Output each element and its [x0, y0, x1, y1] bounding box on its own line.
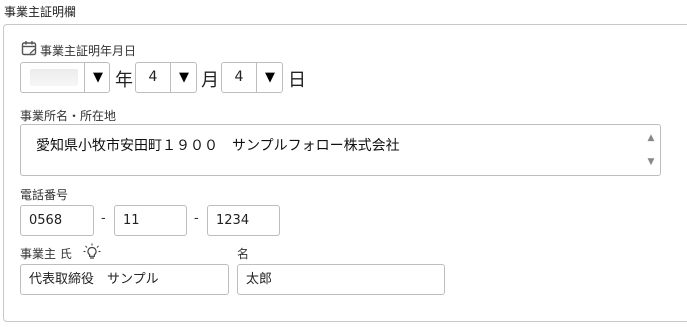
lightbulb-icon[interactable]	[83, 243, 101, 261]
year-unit: 年	[115, 70, 133, 91]
day-value: 4	[234, 69, 244, 85]
employer-last-name-input[interactable]: 代表取締役 サンプル	[20, 264, 229, 295]
month-select[interactable]: 4 ▼	[135, 62, 197, 93]
certification-date-label: 事業主証明年月日	[40, 44, 137, 58]
phone-number-input[interactable]: 1234	[207, 205, 280, 236]
scroll-up-icon[interactable]: ▲	[645, 133, 657, 143]
scroll-down-icon[interactable]: ▼	[645, 157, 657, 167]
year-value	[21, 63, 84, 92]
phone-separator: -	[194, 211, 199, 226]
phone-exchange-input[interactable]: 11	[114, 205, 187, 236]
section-title: 事業主証明欄	[4, 5, 77, 19]
employer-first-name-label: 名	[237, 247, 250, 261]
phone-label: 電話番号	[20, 188, 69, 202]
month-value: 4	[148, 69, 158, 85]
employer-first-name-input[interactable]: 太郎	[237, 264, 445, 295]
address-value: 愛知県小牧市安田町１９００ サンプルフォロー株式会社	[36, 138, 400, 154]
chevron-down-icon[interactable]: ▼	[85, 63, 111, 92]
year-select[interactable]: ▼	[20, 62, 110, 93]
phone-area-code-input[interactable]: 0568	[20, 205, 94, 236]
calendar-icon	[21, 41, 37, 56]
day-select[interactable]: 4 ▼	[221, 62, 283, 93]
chevron-down-icon[interactable]: ▼	[257, 63, 283, 92]
day-unit: 日	[288, 70, 306, 91]
address-textarea[interactable]: 愛知県小牧市安田町１９００ サンプルフォロー株式会社 ▲ ▼	[20, 124, 661, 176]
address-label: 事業所名・所在地	[20, 109, 117, 123]
phone-separator: -	[101, 211, 106, 226]
employer-last-name-label: 事業主 氏	[20, 247, 72, 261]
chevron-down-icon[interactable]: ▼	[171, 63, 197, 92]
month-unit: 月	[201, 70, 219, 91]
